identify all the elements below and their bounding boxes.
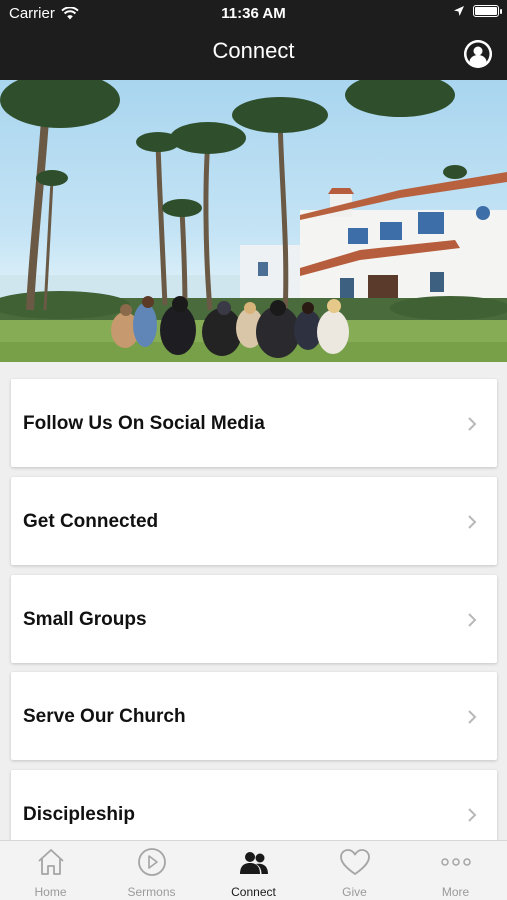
menu-item-discipleship[interactable]: Discipleship: [11, 770, 497, 840]
page-title: Connect: [212, 38, 295, 63]
menu-item-follow-us[interactable]: Follow Us On Social Media: [11, 379, 497, 467]
tab-give[interactable]: Give: [304, 841, 405, 900]
people-icon: [240, 852, 268, 874]
more-icon: [441, 858, 471, 866]
menu-list: Follow Us On Social Media Get Connected …: [0, 362, 507, 840]
chevron-right-icon: [468, 515, 477, 529]
menu-item-small-groups[interactable]: Small Groups: [11, 575, 497, 663]
status-right: [453, 5, 502, 17]
status-bar: Carrier 11:36 AM: [0, 0, 507, 28]
chevron-right-icon: [468, 417, 477, 431]
profile-icon[interactable]: [464, 40, 492, 68]
chevron-right-icon: [468, 808, 477, 822]
menu-item-label: Small Groups: [23, 609, 147, 630]
tab-label: Give: [342, 885, 367, 899]
home-icon: [38, 849, 64, 875]
menu-item-label: Follow Us On Social Media: [23, 413, 265, 434]
tab-label: More: [441, 885, 470, 899]
tab-home[interactable]: Home: [0, 841, 101, 900]
tab-sermons[interactable]: Sermons: [101, 841, 202, 900]
tab-connect[interactable]: Connect: [203, 841, 304, 900]
tab-more[interactable]: More: [405, 841, 506, 900]
menu-item-serve[interactable]: Serve Our Church: [11, 672, 497, 760]
top-bar: Carrier 11:36 AM Connect: [0, 0, 507, 80]
menu-item-get-connected[interactable]: Get Connected: [11, 477, 497, 565]
tab-label: Connect: [231, 885, 276, 899]
menu-item-label: Get Connected: [23, 511, 159, 532]
tab-label: Sermons: [127, 885, 176, 899]
location-arrow-icon: [454, 6, 464, 16]
menu-item-label: Serve Our Church: [23, 706, 186, 727]
chevron-right-icon: [468, 710, 477, 724]
heart-icon: [340, 849, 370, 875]
tab-label: Home: [34, 885, 67, 899]
menu-item-label: Discipleship: [23, 804, 135, 825]
play-icon: [138, 848, 166, 876]
hero-image: [0, 80, 507, 362]
battery-icon: [473, 5, 502, 17]
chevron-right-icon: [468, 613, 477, 627]
tab-bar: Home Sermons Connect Give More: [0, 840, 507, 900]
clock: 11:36 AM: [221, 5, 286, 22]
